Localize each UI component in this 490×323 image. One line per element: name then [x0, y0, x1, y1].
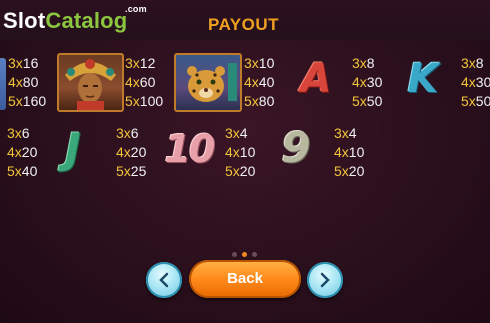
number-nine-icon: 9	[281, 123, 311, 172]
payout-q: 3x6 4x20 5x40	[7, 125, 38, 179]
payout-chief: 3x12 4x60 5x100	[125, 55, 164, 109]
payout-j: 3x6 4x20 5x25	[116, 125, 147, 179]
payout-partial-left: 3x16 4x80 5x160	[8, 55, 47, 109]
payout-nine: 3x4 4x10 5x20	[334, 125, 365, 179]
page-dot-active[interactable]	[242, 252, 247, 257]
jaguar-icon	[174, 53, 242, 112]
payout-jaguar: 3x10 4x40 5x80	[244, 55, 275, 109]
number-ten-icon: 10	[164, 127, 216, 171]
prev-page-button[interactable]	[146, 262, 182, 298]
letter-j-icon: J	[65, 124, 81, 173]
payout-k: 3x8 4x30 5x50	[461, 55, 490, 109]
back-button[interactable]: Back	[189, 260, 301, 298]
next-page-button[interactable]	[307, 262, 343, 298]
chevron-left-icon	[159, 272, 169, 288]
letter-k-icon: K	[407, 56, 439, 102]
payout-ten: 3x4 4x10 5x20	[225, 125, 256, 179]
letter-a-icon: A	[300, 56, 332, 102]
chevron-right-icon	[320, 272, 330, 288]
page-title: PAYOUT	[208, 15, 280, 34]
aztec-chief-icon	[57, 53, 124, 112]
page-dot[interactable]	[252, 252, 257, 257]
page-dot[interactable]	[232, 252, 237, 257]
payout-a: 3x8 4x30 5x50	[352, 55, 383, 109]
slotcatalog-logo: SlotCatalog .com	[3, 4, 147, 33]
partial-symbol-icon	[0, 58, 6, 110]
